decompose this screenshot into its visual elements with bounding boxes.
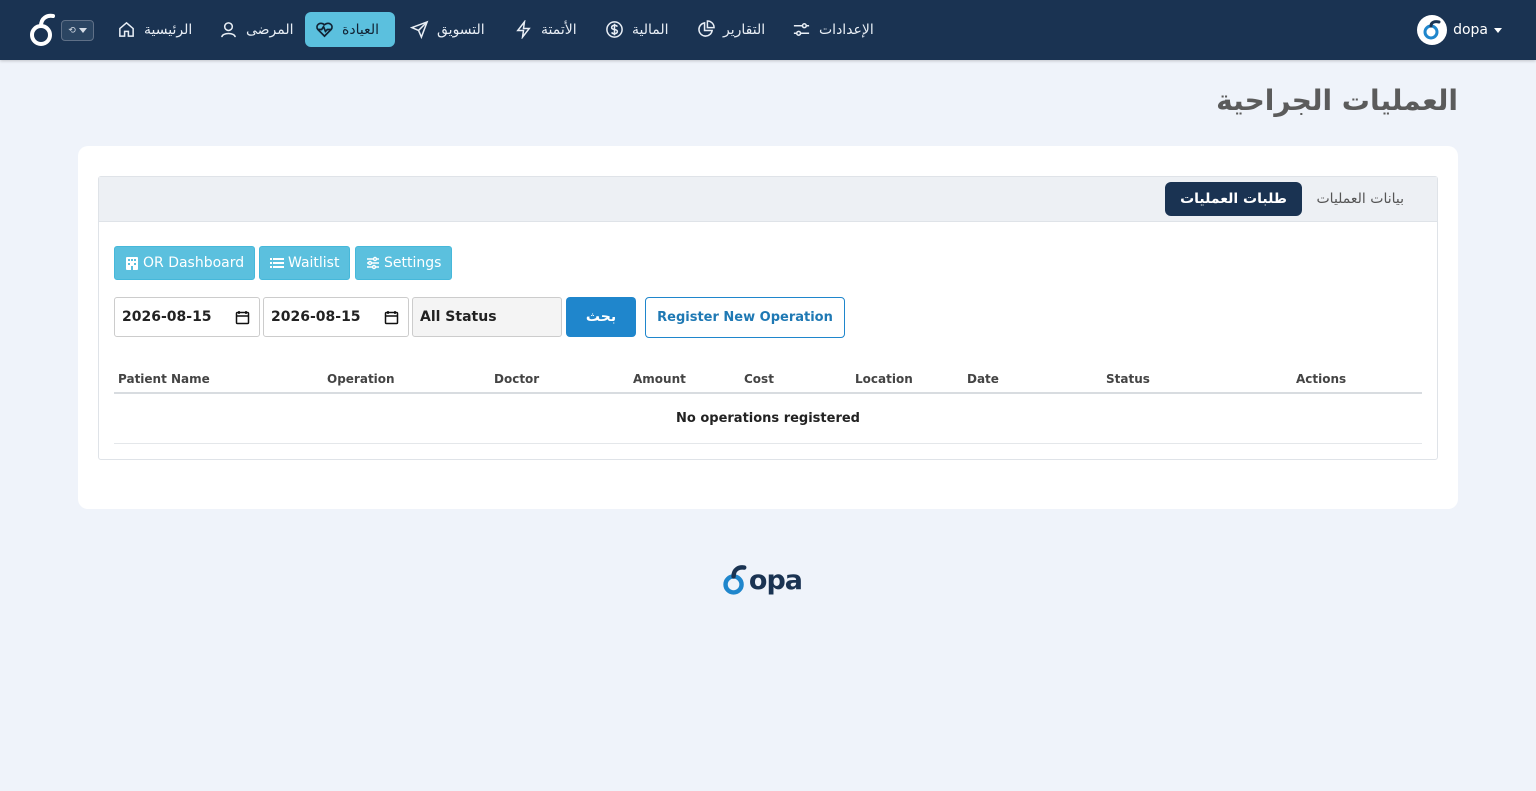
nav-item-label: المالية <box>632 21 669 38</box>
table-empty-row: No operations registered <box>114 394 1422 444</box>
calendar-icon[interactable] <box>384 310 399 325</box>
send-icon <box>410 20 429 39</box>
user-name: dopa <box>1453 22 1488 38</box>
main-card: طلبات العمليات بيانات العمليات OR Dashbo… <box>78 146 1458 509</box>
user-menu[interactable]: dopa <box>1417 14 1502 46</box>
nav-item-label: التسويق <box>437 21 485 38</box>
column-header: Cost <box>744 372 774 386</box>
status-select-value: All Status <box>420 309 497 325</box>
home-icon <box>119 21 134 37</box>
calendar-icon[interactable] <box>235 310 250 325</box>
tabs-bar: طلبات العمليات بيانات العمليات <box>99 177 1437 222</box>
waitlist-button[interactable]: Waitlist <box>259 246 351 280</box>
column-header: Location <box>855 372 913 386</box>
date-to-value: 2026-08-15 <box>271 309 361 325</box>
nav-item-automation[interactable]: الأتمتة <box>504 12 587 47</box>
nav-item-finance[interactable]: المالية <box>595 12 679 47</box>
operations-panel: طلبات العمليات بيانات العمليات OR Dashbo… <box>98 176 1438 460</box>
list-icon <box>270 258 284 268</box>
sliders-icon <box>367 256 379 270</box>
page-title: العمليات الجراحية <box>1216 84 1458 117</box>
register-operation-button[interactable]: Register New Operation <box>645 297 845 338</box>
column-header: Status <box>1106 372 1150 386</box>
footer-logo: opa <box>722 560 803 600</box>
history-dropdown-toggle[interactable]: ⟲ <box>61 20 94 41</box>
column-header: Patient Name <box>118 372 210 386</box>
lightning-icon <box>516 20 531 39</box>
settings-label: Settings <box>384 255 442 271</box>
column-header: Amount <box>633 372 686 386</box>
status-select[interactable]: All Status <box>412 297 562 337</box>
avatar <box>1417 15 1448 45</box>
building-icon <box>126 257 138 270</box>
nav-item-label: المرضى <box>246 21 294 38</box>
brand-logo-icon[interactable] <box>28 12 56 48</box>
history-icon: ⟲ <box>68 25 76 36</box>
nav-item-label: الإعدادات <box>819 21 874 38</box>
dollar-circle-icon <box>606 21 623 38</box>
or-dashboard-button[interactable]: OR Dashboard <box>114 246 256 280</box>
nav-item-clinic[interactable]: العيادة <box>305 12 395 47</box>
sliders-icon <box>793 23 810 36</box>
nav-item-label: الأتمتة <box>541 21 577 38</box>
column-header: Operation <box>327 372 395 386</box>
settings-button[interactable]: Settings <box>355 246 453 280</box>
operations-table: Patient Name Operation Doctor Amount Cos… <box>114 370 1422 444</box>
date-to-input[interactable]: 2026-08-15 <box>263 297 409 337</box>
brand-logo-icon <box>723 565 747 595</box>
or-dashboard-label: OR Dashboard <box>143 255 245 271</box>
tab-operation-requests[interactable]: طلبات العمليات <box>1165 182 1302 216</box>
column-header: Actions <box>1296 372 1347 386</box>
brand-avatar-icon <box>1423 20 1441 40</box>
date-from-input[interactable]: 2026-08-15 <box>114 297 260 337</box>
date-from-value: 2026-08-15 <box>122 309 212 325</box>
nav-item-reports[interactable]: التقارير <box>686 12 775 47</box>
tab-operation-data[interactable]: بيانات العمليات <box>1302 182 1420 216</box>
nav-item-label: العيادة <box>342 21 379 38</box>
empty-message: No operations registered <box>676 411 860 426</box>
chevron-down-icon <box>1494 27 1502 33</box>
table-header: Patient Name Operation Doctor Amount Cos… <box>114 370 1422 394</box>
column-header: Doctor <box>494 372 540 386</box>
nav-item-settings[interactable]: الإعدادات <box>782 12 884 47</box>
user-icon <box>221 22 236 38</box>
nav-item-label: الرئيسية <box>144 21 193 38</box>
footer-logo-text: opa <box>748 564 803 596</box>
chevron-down-icon <box>78 28 87 33</box>
nav-item-patients[interactable]: المرضى <box>209 12 304 47</box>
pie-chart-icon <box>698 20 715 37</box>
nav-item-marketing[interactable]: التسويق <box>400 12 495 47</box>
column-header: Date <box>967 372 999 386</box>
heart-pulse-icon <box>316 22 333 38</box>
waitlist-label: Waitlist <box>288 255 340 271</box>
search-button[interactable]: بحث <box>566 297 636 337</box>
nav-item-home[interactable]: الرئيسية <box>107 12 202 47</box>
top-navbar: ⟲ الرئيسية المرضى العيادة التسويق الأتمت… <box>0 0 1536 60</box>
nav-item-label: التقارير <box>723 21 766 38</box>
